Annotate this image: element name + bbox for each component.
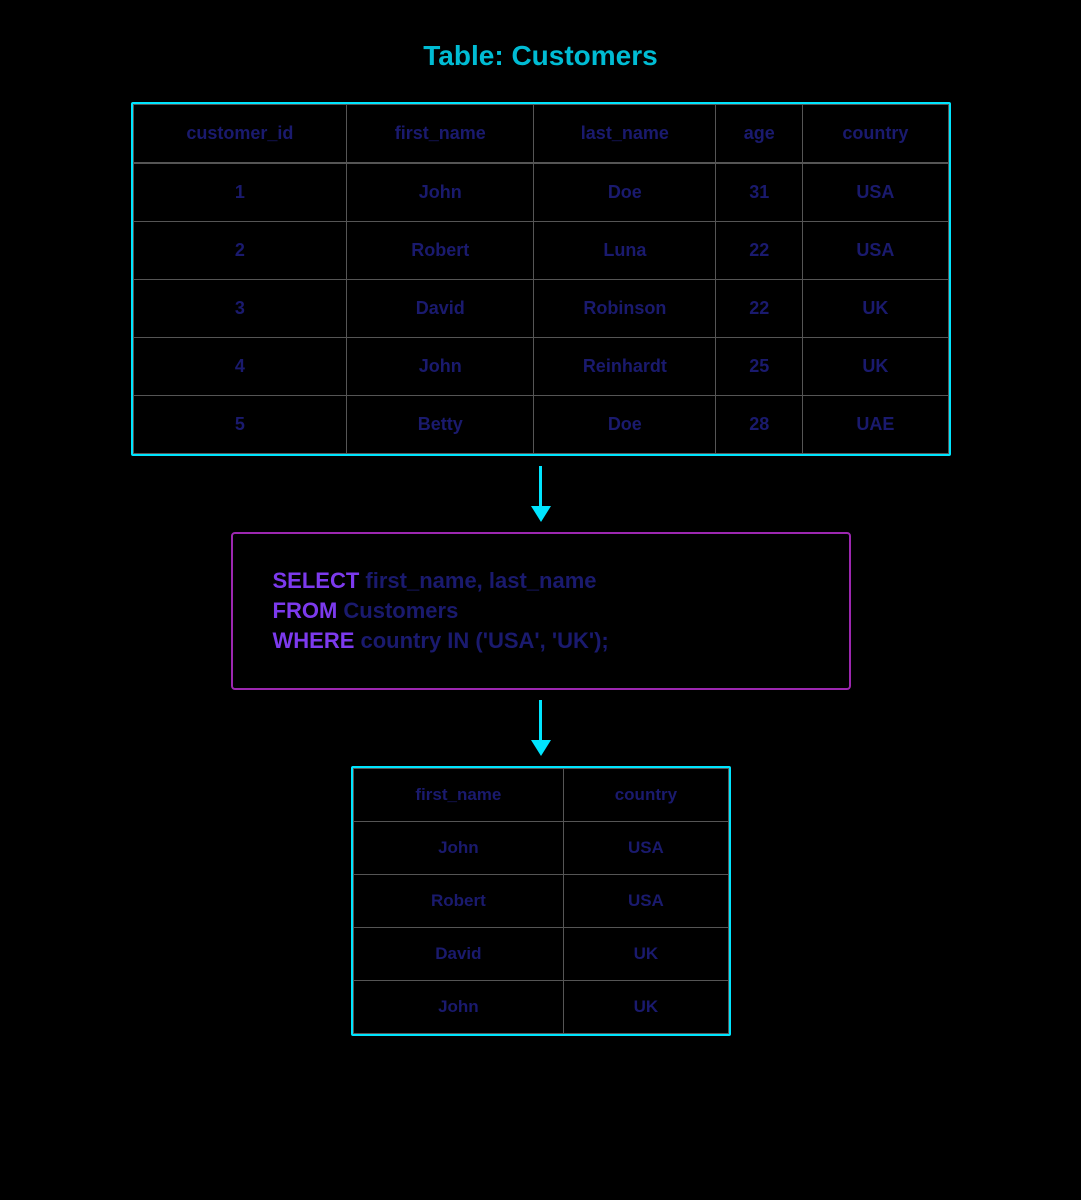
result-cell: USA [564,875,728,928]
col-first-name: first_name [347,105,534,164]
main-container: Table: Customers customer_id first_name … [0,40,1081,1036]
sql-from-text: Customers [337,598,458,623]
result-table: first_name country JohnUSARobertUSADavid… [353,768,729,1034]
table-row: 5BettyDoe28UAE [133,396,948,454]
result-cell: UK [564,928,728,981]
table-cell: John [347,338,534,396]
arrow-head-1 [531,506,551,522]
col-customer-id: customer_id [133,105,347,164]
sql-line-2: FROM Customers [273,598,809,624]
table-cell: 22 [716,280,803,338]
table-cell: UK [803,338,948,396]
sql-select-text: first_name, last_name [359,568,596,593]
result-table-wrapper: first_name country JohnUSARobertUSADavid… [351,766,731,1036]
result-body: JohnUSARobertUSADavidUKJohnUK [353,822,728,1034]
table-cell: 5 [133,396,347,454]
table-cell: 4 [133,338,347,396]
customers-table: customer_id first_name last_name age cou… [133,104,949,454]
col-country: country [803,105,948,164]
result-cell: USA [564,822,728,875]
table-cell: UAE [803,396,948,454]
table-cell: Luna [534,222,716,280]
table-row: 2RobertLuna22USA [133,222,948,280]
table-cell: Doe [534,396,716,454]
sql-where-text: country IN ('USA', 'UK'); [354,628,608,653]
table-row: 4JohnReinhardt25UK [133,338,948,396]
table-cell: Robinson [534,280,716,338]
result-cell: UK [564,981,728,1034]
table-cell: Robert [347,222,534,280]
result-cell: David [353,928,564,981]
result-cell: John [353,981,564,1034]
table-cell: USA [803,163,948,222]
result-col-first-name: first_name [353,769,564,822]
table-cell: 25 [716,338,803,396]
result-row: RobertUSA [353,875,728,928]
result-row: JohnUSA [353,822,728,875]
sql-line-1: SELECT first_name, last_name [273,568,809,594]
arrow-1 [531,466,551,522]
table-cell: 2 [133,222,347,280]
table-row: 3DavidRobinson22UK [133,280,948,338]
table-cell: 22 [716,222,803,280]
result-row: DavidUK [353,928,728,981]
result-header: first_name country [353,769,728,822]
table-cell: 31 [716,163,803,222]
result-cell: John [353,822,564,875]
arrow-line-1 [539,466,542,506]
result-header-row: first_name country [353,769,728,822]
arrow-head-2 [531,740,551,756]
table-cell: Reinhardt [534,338,716,396]
col-age: age [716,105,803,164]
sql-keyword-from: FROM [273,598,338,623]
page-title: Table: Customers [423,40,657,72]
table-cell: 1 [133,163,347,222]
table-cell: David [347,280,534,338]
table-cell: Betty [347,396,534,454]
table-cell: 28 [716,396,803,454]
arrow-2 [531,700,551,756]
sql-keyword-where: WHERE [273,628,355,653]
sql-line-3: WHERE country IN ('USA', 'UK'); [273,628,809,654]
table-body: 1JohnDoe31USA2RobertLuna22USA3DavidRobin… [133,163,948,454]
sql-keyword-select: SELECT [273,568,360,593]
col-last-name: last_name [534,105,716,164]
table-cell: USA [803,222,948,280]
sql-box: SELECT first_name, last_name FROM Custom… [231,532,851,690]
table-header: customer_id first_name last_name age cou… [133,105,948,164]
table-row: 1JohnDoe31USA [133,163,948,222]
table-cell: John [347,163,534,222]
result-cell: Robert [353,875,564,928]
table-cell: 3 [133,280,347,338]
arrow-line-2 [539,700,542,740]
top-table-wrapper: customer_id first_name last_name age cou… [131,102,951,456]
result-row: JohnUK [353,981,728,1034]
table-cell: Doe [534,163,716,222]
result-col-country: country [564,769,728,822]
header-row: customer_id first_name last_name age cou… [133,105,948,164]
table-cell: UK [803,280,948,338]
